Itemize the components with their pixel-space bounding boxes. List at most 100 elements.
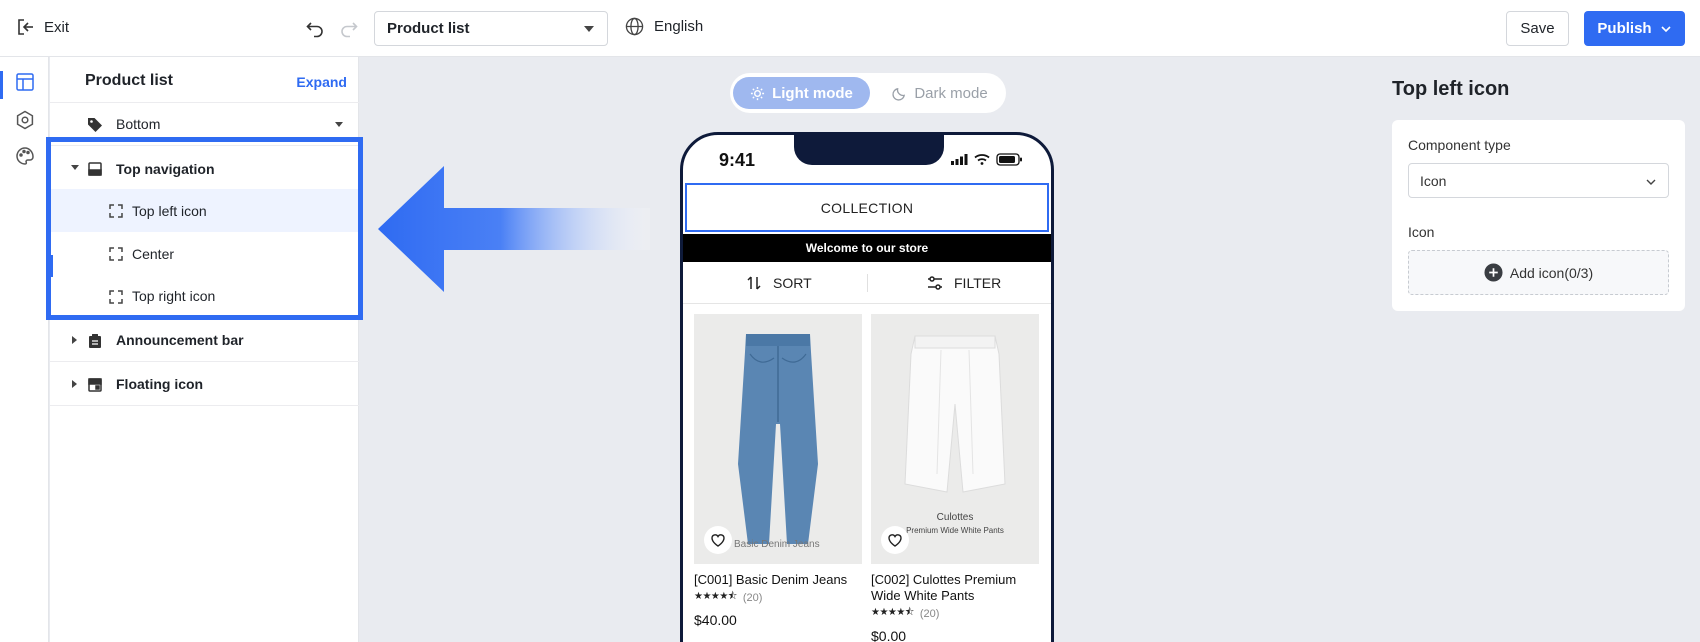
exit-button[interactable]: Exit xyxy=(16,17,69,37)
component-type-label: Component type xyxy=(1408,137,1511,153)
layout-icon[interactable] xyxy=(14,71,36,93)
navbar-icon xyxy=(88,162,102,176)
tree-item-label: Announcement bar xyxy=(116,332,244,348)
icon-label: Icon xyxy=(1408,224,1435,240)
expand-link[interactable]: Expand xyxy=(296,74,347,90)
battery-icon xyxy=(996,153,1022,166)
caret-down-icon xyxy=(335,122,343,127)
phone-preview: 9:41 COLLECTION Welcome to our store SOR… xyxy=(680,132,1054,642)
page-select-value: Product list xyxy=(387,20,470,37)
exit-label: Exit xyxy=(44,18,70,36)
product-rating: ★★★★⯪ (20) xyxy=(694,589,862,606)
preview-mode-toggle: Light mode Dark mode xyxy=(730,73,1006,113)
announcement-bar: Welcome to our store xyxy=(683,234,1051,262)
properties-title: Top left icon xyxy=(1392,78,1510,100)
product-rating: ★★★★⯪ (20) xyxy=(871,605,1039,622)
component-tree-panel: Product list Expand Bottom Top navigatio… xyxy=(50,57,359,642)
light-mode-button[interactable]: Light mode xyxy=(733,77,870,109)
product-name[interactable]: [C001] Basic Denim Jeans xyxy=(694,572,862,588)
sun-icon xyxy=(751,86,765,100)
page-select[interactable]: Product list xyxy=(374,11,608,46)
publish-button[interactable]: Publish xyxy=(1584,11,1685,46)
image-caption: Basic Denim Jeans xyxy=(734,539,820,550)
add-icon-label: Add icon(0/3) xyxy=(1509,264,1594,281)
product-price: $40.00 xyxy=(694,612,737,628)
review-count: (20) xyxy=(742,591,763,604)
component-type-value: Icon xyxy=(1420,172,1447,189)
top-toolbar: Exit Product list English Save Publish xyxy=(0,0,1700,57)
status-bar-icons xyxy=(951,153,1022,166)
tree-item-label: Top left icon xyxy=(132,202,207,219)
tree-title: Product list xyxy=(85,72,174,89)
collection-title: COLLECTION xyxy=(820,199,914,216)
tree-item-center[interactable]: Center xyxy=(50,232,359,275)
review-count: (20) xyxy=(919,607,940,620)
undo-icon[interactable] xyxy=(305,18,325,38)
dark-mode-button[interactable]: Dark mode xyxy=(880,77,1000,109)
caret-down-icon xyxy=(584,26,594,32)
expand-triangle-icon[interactable] xyxy=(72,336,77,344)
redo-icon[interactable] xyxy=(339,18,359,38)
globe-icon xyxy=(625,17,644,36)
tree-item-announcement-bar[interactable]: Announcement bar xyxy=(50,319,359,362)
wishlist-button[interactable] xyxy=(704,526,732,554)
sort-button[interactable]: SORT xyxy=(745,274,812,292)
tree-item-label: Top navigation xyxy=(116,160,215,177)
wifi-icon xyxy=(974,154,990,165)
product-price: $0.00 xyxy=(871,628,907,642)
sort-label: SORT xyxy=(773,275,812,291)
product-card[interactable]: Basic Denim Jeans [C001] Basic Denim Jea… xyxy=(694,314,862,628)
tree-item-label: Floating icon xyxy=(116,376,204,392)
signal-icon xyxy=(951,154,968,165)
tree-item-label: Center xyxy=(132,245,175,262)
light-mode-label: Light mode xyxy=(772,84,853,102)
sort-filter-bar: SORT FILTER xyxy=(683,262,1051,304)
selection-indicator xyxy=(50,255,53,277)
expand-triangle-icon[interactable] xyxy=(72,380,77,388)
sliders-icon xyxy=(928,276,942,290)
product-card[interactable]: Culottes Premium Wide White Pants [C002]… xyxy=(871,314,1039,642)
settings-icon[interactable] xyxy=(14,109,36,131)
language-label: English xyxy=(654,18,704,35)
left-icon-rail xyxy=(0,57,49,642)
collapse-triangle-icon[interactable] xyxy=(71,165,79,170)
star-rating-icon: ★★★★⯪ xyxy=(694,591,737,602)
tree-item-floating-icon[interactable]: Floating icon xyxy=(50,363,359,406)
plus-circle-icon xyxy=(1484,263,1503,282)
add-icon-button[interactable]: Add icon(0/3) xyxy=(1408,250,1669,295)
announcement-text: Welcome to our store xyxy=(805,241,929,255)
moon-icon xyxy=(892,87,906,101)
clipboard-icon xyxy=(89,334,101,348)
language-selector[interactable]: English xyxy=(625,17,703,36)
filter-label: FILTER xyxy=(954,275,1002,291)
palette-icon[interactable] xyxy=(14,145,36,167)
tree-item-label: Bottom xyxy=(116,116,161,132)
sort-arrows-icon xyxy=(747,276,761,290)
tree-item-label: Top right icon xyxy=(132,288,216,304)
publish-label: Publish xyxy=(1597,20,1652,37)
save-button[interactable]: Save xyxy=(1506,11,1569,46)
phone-notch xyxy=(794,135,944,165)
filter-button[interactable]: FILTER xyxy=(926,274,1001,292)
top-navigation-bar[interactable]: COLLECTION xyxy=(685,183,1049,232)
exit-icon xyxy=(18,19,33,35)
dark-mode-label: Dark mode xyxy=(914,84,988,102)
properties-card: Component type Icon Icon Add icon(0/3) xyxy=(1392,120,1685,311)
frame-corners-icon xyxy=(109,247,123,261)
product-name[interactable]: [C002] Culottes Premium Wide White Pants xyxy=(871,572,1039,604)
tag-icon xyxy=(88,118,102,132)
tree-item-top-left-icon[interactable]: Top left icon xyxy=(50,189,359,232)
tree-header: Product list Expand xyxy=(50,57,359,103)
chevron-down-icon xyxy=(1646,179,1656,185)
tree-item-top-right-icon[interactable]: Top right icon xyxy=(50,275,359,318)
wishlist-button[interactable] xyxy=(881,526,909,554)
pointer-arrow-annotation xyxy=(378,166,650,292)
component-type-select[interactable]: Icon xyxy=(1408,163,1669,198)
floating-layout-icon xyxy=(88,378,102,392)
image-caption: Culottes xyxy=(936,512,974,523)
product-image-jeans: Basic Denim Jeans xyxy=(694,314,862,564)
divider xyxy=(867,274,868,292)
frame-corners-icon xyxy=(109,290,123,304)
tree-item-top-navigation[interactable]: Top navigation xyxy=(50,147,359,190)
tree-item-bottom[interactable]: Bottom xyxy=(50,103,359,146)
